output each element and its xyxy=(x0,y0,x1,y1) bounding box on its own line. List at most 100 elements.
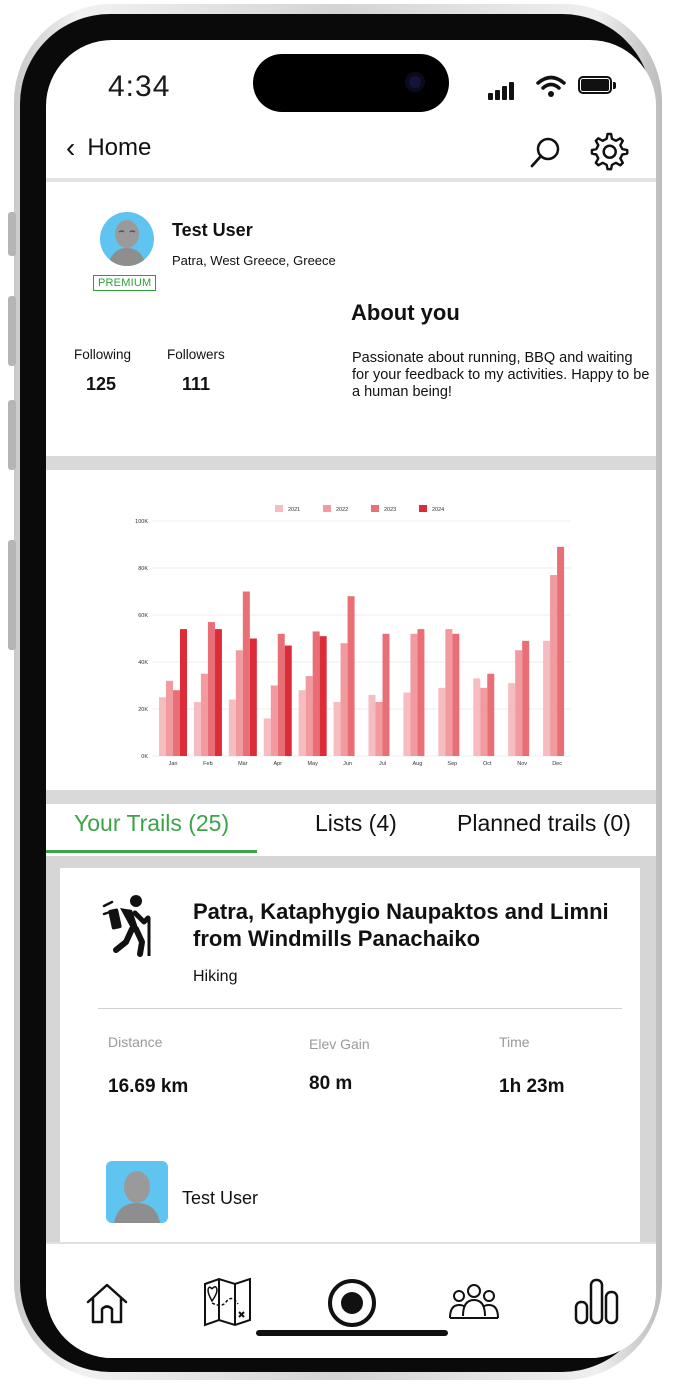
chart-bar-2023-Nov xyxy=(522,640,530,756)
chart-bar-2023-Apr xyxy=(277,633,285,756)
chart-bar-2021-Jan xyxy=(159,697,166,756)
chart-xtick-label: Feb xyxy=(203,761,212,767)
record-icon[interactable] xyxy=(327,1278,377,1333)
chart-bar-2021-Feb xyxy=(193,701,201,756)
stats-icon[interactable] xyxy=(573,1276,621,1331)
chart-xtick-label: Jul xyxy=(379,761,386,767)
chart-bar-2022-Aug xyxy=(410,633,418,756)
signal-icon xyxy=(488,82,518,100)
owner-avatar[interactable] xyxy=(106,1161,168,1223)
search-icon[interactable] xyxy=(528,136,562,175)
chart-bar-2024-Apr xyxy=(284,645,292,756)
side-button-volume-down xyxy=(8,400,16,470)
header-divider xyxy=(46,178,656,182)
following-count[interactable]: 125 xyxy=(86,374,116,395)
section-divider xyxy=(46,790,656,804)
back-button[interactable]: ‹ Home xyxy=(66,134,151,162)
chart-ytick-label: 80K xyxy=(138,566,148,572)
chart-bar-2023-Feb xyxy=(207,622,215,756)
chart-bar-2023-Jul xyxy=(382,633,390,756)
chart-xtick-label: Apr xyxy=(273,761,282,767)
about-text: Passionate about running, BBQ and waitin… xyxy=(352,350,650,400)
chart-bar-2022-Jun xyxy=(340,643,348,756)
followers-label: Followers xyxy=(167,347,225,362)
chart-bar-2023-May xyxy=(312,631,320,756)
side-button-aux xyxy=(8,540,16,650)
chart-legend-swatch xyxy=(371,505,379,512)
chart-bar-2022-Apr xyxy=(270,685,278,756)
chart-bar-2023-Aug xyxy=(417,629,425,756)
chart-bar-2023-Mar xyxy=(242,591,250,756)
chart-bar-2024-Feb xyxy=(214,629,222,756)
tab-lists[interactable]: Lists (4) xyxy=(315,810,397,837)
battery-icon xyxy=(578,76,616,94)
profile-name: Test User xyxy=(172,220,253,240)
chart-legend-label: 2022 xyxy=(336,507,348,513)
distance-value: 16.69 km xyxy=(108,1076,189,1097)
elev-gain-label: Elev Gain xyxy=(309,1036,370,1052)
chart-bar-2022-Nov xyxy=(515,650,523,756)
chart-bar-2022-Mar xyxy=(235,650,243,756)
chart-xtick-label: Mar xyxy=(238,761,248,767)
profile-avatar[interactable] xyxy=(100,212,154,266)
chart-bar-2021-Jul xyxy=(368,694,376,756)
chart-bar-2024-Jan xyxy=(180,629,187,756)
chart-bar-2024-Mar xyxy=(249,638,257,756)
chart-bar-2022-Sep xyxy=(445,629,453,756)
chart-xtick-label: Dec xyxy=(552,761,562,767)
chart-xtick-label: Nov xyxy=(517,761,527,767)
card-divider xyxy=(98,1008,622,1009)
chart-ytick-label: 100K xyxy=(135,519,148,525)
chart-bar-2023-Dec xyxy=(557,546,565,756)
side-button-volume-up xyxy=(8,296,16,366)
about-title: About you xyxy=(351,300,460,325)
chart-legend-label: 2021 xyxy=(288,507,300,513)
side-button-mute xyxy=(8,212,16,256)
chart-bar-2021-Nov xyxy=(508,683,516,756)
chart-xtick-label: Sep xyxy=(447,761,457,767)
chart-bar-2021-Jun xyxy=(333,701,341,756)
home-icon[interactable] xyxy=(84,1280,130,1331)
chart-xtick-label: May xyxy=(307,761,318,767)
followers-count[interactable]: 111 xyxy=(182,374,210,395)
chart-bar-2022-Dec xyxy=(550,575,558,756)
chevron-left-icon: ‹ xyxy=(66,132,76,163)
wifi-icon xyxy=(536,74,566,103)
chart-bar-2021-Sep xyxy=(438,687,446,756)
status-time: 4:34 xyxy=(108,70,171,103)
chart-bar-2022-May xyxy=(305,676,313,756)
chart-bar-2022-Oct xyxy=(480,687,488,756)
chart-bar-2021-May xyxy=(298,690,306,756)
monthly-activity-chart: 0K 20K 40K 60K 80K 100K Jan Feb Mar Apr May Jun Jul A… xyxy=(135,505,571,767)
owner-name: Test User xyxy=(182,1188,259,1208)
chart-xtick-label: Jan xyxy=(169,761,178,767)
distance-label: Distance xyxy=(108,1034,163,1050)
chart-legend-swatch xyxy=(323,505,331,512)
gear-icon[interactable] xyxy=(590,132,630,177)
chart-bar-2021-Apr xyxy=(263,718,271,756)
active-tab-indicator xyxy=(46,850,257,853)
chart-bar-2023-Oct xyxy=(487,673,495,756)
tab-planned-trails[interactable]: Planned trails (0) xyxy=(457,810,631,837)
chart-legend-swatch xyxy=(275,505,283,512)
chart-ytick-label: 0K xyxy=(141,754,148,760)
chart-bar-2021-Dec xyxy=(543,640,551,756)
back-label: Home xyxy=(87,134,152,161)
chart-bar-2022-Jul xyxy=(375,701,383,756)
home-indicator xyxy=(256,1330,448,1336)
chart-bar-2024-May xyxy=(319,636,327,756)
phone-screen: 4:34 ‹ Home PREMIUM Test User Patra, Wes… xyxy=(46,40,656,1358)
chart-ytick-label: 40K xyxy=(138,660,148,666)
chart-bar-2023-Sep xyxy=(452,633,460,756)
trail-title[interactable]: Patra, Kataphygio Naupaktos and Limni fr… xyxy=(193,898,613,952)
community-icon[interactable] xyxy=(448,1282,500,1327)
chart-bar-2021-Mar xyxy=(228,699,236,756)
hiker-icon xyxy=(102,892,158,963)
chart-bar-2022-Feb xyxy=(200,673,208,756)
tab-your-trails[interactable]: Your Trails (25) xyxy=(74,810,229,837)
chart-legend-label: 2024 xyxy=(432,507,444,513)
following-label: Following xyxy=(74,347,132,362)
map-icon[interactable] xyxy=(202,1276,254,1333)
trail-type: Hiking xyxy=(193,968,238,985)
premium-badge: PREMIUM xyxy=(93,275,157,291)
